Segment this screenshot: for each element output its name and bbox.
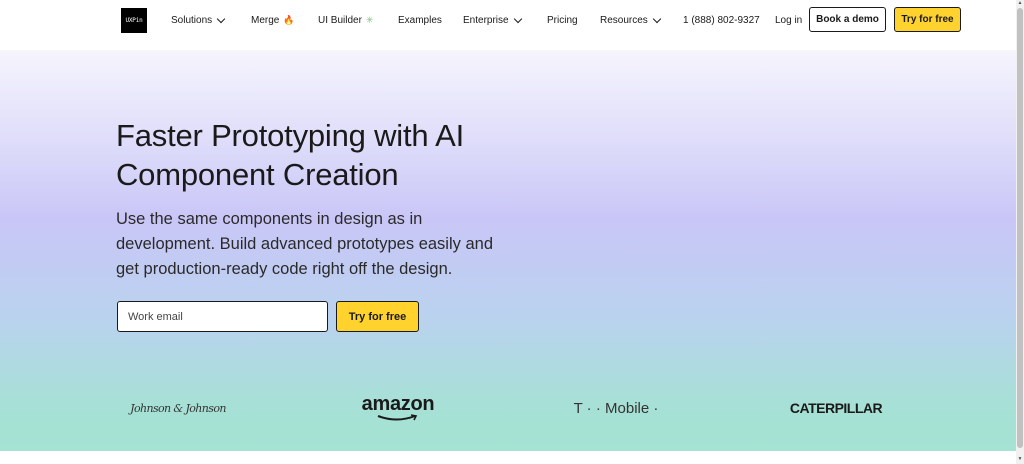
fire-icon: 🔥: [283, 14, 295, 25]
nav-item-merge[interactable]: Merge 🔥: [251, 12, 295, 28]
nav-item-label: Merge: [251, 14, 280, 26]
try-for-free-button[interactable]: Try for free: [894, 7, 961, 32]
hero-title: Faster Prototyping with AI Component Cre…: [116, 118, 465, 192]
sparkle-icon: ✳: [365, 14, 374, 25]
scroll-up-icon[interactable]: ▲: [1017, 0, 1023, 6]
nav-item-enterprise[interactable]: Enterprise: [463, 12, 522, 28]
scrollbar-thumb[interactable]: [1017, 8, 1023, 448]
customer-logo-text: Johnson & Johnson: [130, 401, 226, 415]
page-bottom: [0, 451, 1016, 464]
chevron-down-icon: [652, 14, 662, 23]
nav-item-label: Examples: [398, 14, 442, 26]
chevron-down-icon: [513, 14, 522, 23]
nav-item-ui-builder[interactable]: UI Builder ✳: [318, 12, 373, 28]
nav-item-label: Enterprise: [463, 14, 509, 26]
book-demo-button[interactable]: Book a demo: [809, 7, 886, 32]
nav-item-resources[interactable]: Resources: [600, 12, 662, 28]
amazon-smile-icon: [377, 414, 418, 421]
hero-section: Faster Prototyping with AI Component Cre…: [0, 50, 1016, 451]
amazon-logo: amazon: [352, 390, 444, 426]
uxpin-logo[interactable]: UXPin: [121, 8, 147, 33]
nav-item-label: UI Builder: [318, 14, 362, 26]
login-link[interactable]: Log in: [775, 12, 802, 28]
nav-item-solutions[interactable]: Solutions: [171, 12, 226, 28]
scroll-down-icon[interactable]: ▼: [1017, 456, 1023, 462]
nav-item-label: Solutions: [171, 14, 213, 26]
customer-logo-text: amazon: [361, 393, 435, 415]
nav-item-label: Pricing: [547, 14, 578, 26]
customer-logo-text: T · · Mobile ·: [573, 399, 659, 417]
hero-subtitle: Use the same components in design as in …: [116, 210, 493, 278]
customer-logo-text: CATERPILLAR: [789, 400, 883, 416]
vertical-scrollbar[interactable]: ▲ ▼: [1016, 0, 1024, 464]
top-navigation: UXPin Solutions Merge 🔥 UI Builder ✳ Exa…: [0, 0, 1016, 50]
t-mobile-logo: T · · Mobile ·: [570, 390, 662, 426]
hero-try-for-free-button[interactable]: Try for free: [336, 301, 419, 332]
nav-item-label: Resources: [600, 14, 648, 26]
nav-item-pricing[interactable]: Pricing: [547, 12, 578, 28]
work-email-input[interactable]: [117, 301, 328, 332]
caterpillar-logo: CATERPILLAR: [789, 390, 883, 426]
johnson-and-johnson-logo: Johnson & Johnson: [130, 390, 226, 426]
phone-link[interactable]: 1 (888) 802-9327: [683, 12, 760, 28]
chevron-down-icon: [216, 14, 226, 23]
nav-item-examples[interactable]: Examples: [398, 12, 442, 28]
